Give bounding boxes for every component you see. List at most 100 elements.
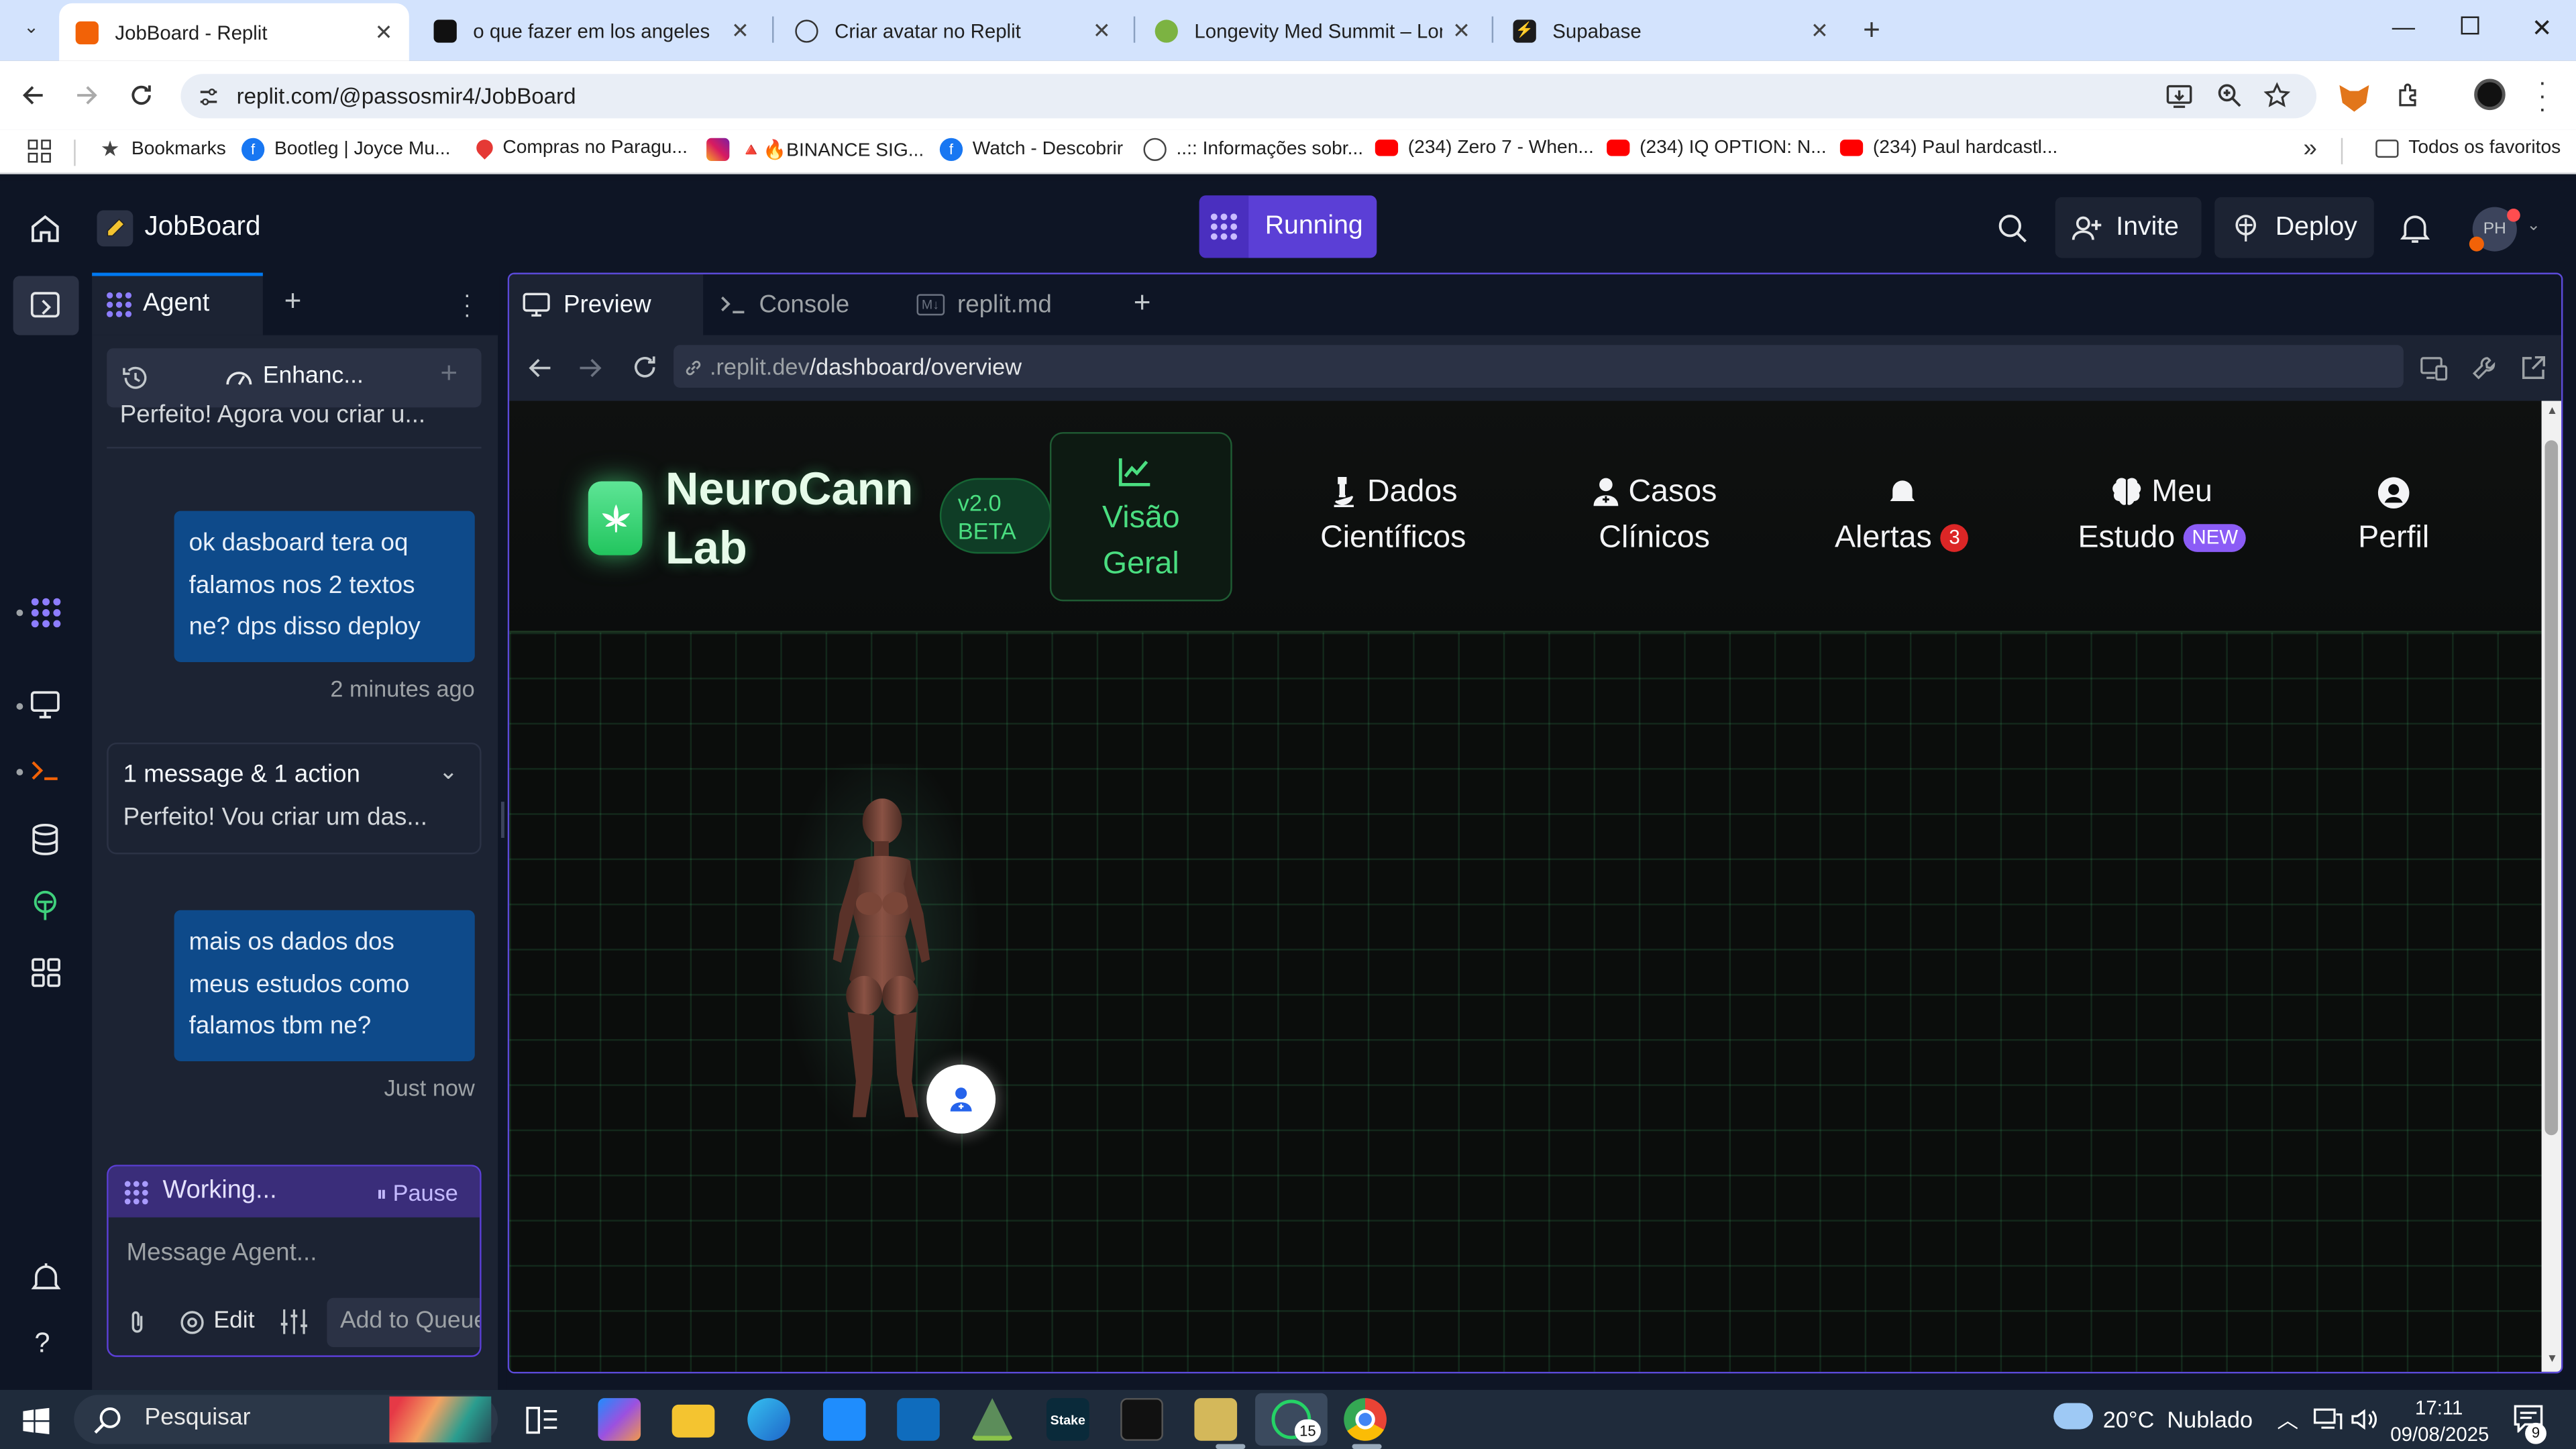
tab-replit-md[interactable]: M↓ replit.md xyxy=(904,274,1109,335)
bookmark-item[interactable]: 🔺🔥BINANCE SIG... xyxy=(706,138,924,162)
forward-icon[interactable] xyxy=(74,82,100,108)
nav-perfil[interactable]: Perfil xyxy=(2336,470,2451,561)
avatar-settings-button[interactable] xyxy=(926,1064,996,1134)
preview-forward-icon[interactable] xyxy=(578,356,603,379)
browser-menu-icon[interactable]: · · · xyxy=(2538,70,2546,121)
bookmark-item[interactable]: ..:: Informações sobr... xyxy=(1143,138,1363,162)
terminal-app-icon[interactable] xyxy=(1120,1398,1163,1441)
nav-dados-cientificos[interactable]: Dados Científicos xyxy=(1311,470,1475,561)
whats-new-icon[interactable] xyxy=(30,1262,62,1295)
windows-start-icon[interactable] xyxy=(23,1407,50,1434)
add-to-queue-button[interactable]: Add to Queue xyxy=(327,1297,480,1348)
bookmark-item[interactable]: f Watch - Descobrir xyxy=(939,138,1123,162)
stake-app-icon[interactable]: Stake xyxy=(1046,1398,1089,1441)
edit-button[interactable]: Edit xyxy=(213,1307,254,1334)
chevron-up-icon[interactable]: ︿ xyxy=(2277,1403,2298,1434)
bookmark-item[interactable]: Compras no Paragu... xyxy=(473,136,688,160)
enhance-prompt-label[interactable]: Enhanc... xyxy=(263,363,364,389)
all-bookmarks-folder[interactable]: Todos os favoritos xyxy=(2375,138,2561,158)
close-tab-icon[interactable]: ✕ xyxy=(375,19,393,45)
chevron-down-icon[interactable]: ⌄ xyxy=(2527,217,2541,235)
help-icon[interactable]: ? xyxy=(34,1328,50,1360)
nav-meu-estudo[interactable]: Meu Estudo NEW xyxy=(2070,470,2254,561)
more-bookmarks-icon[interactable]: » xyxy=(2303,135,2316,163)
database-icon[interactable] xyxy=(32,823,60,856)
browser-tab-criar-avatar[interactable]: Criar avatar no Replit ✕ xyxy=(779,7,1127,54)
pause-button[interactable]: ⏸ Pause xyxy=(376,1179,458,1208)
deployments-icon[interactable] xyxy=(30,889,61,922)
tab-search-icon[interactable]: ⌄ xyxy=(16,16,46,46)
new-tab-button[interactable]: + xyxy=(1863,13,1880,48)
app-brand[interactable]: NeuroCann Lab xyxy=(665,460,914,578)
zoom-icon[interactable] xyxy=(2216,82,2243,108)
nav-casos-clinicos[interactable]: Casos Clínicos xyxy=(1580,470,1728,561)
deploy-button[interactable]: Deploy xyxy=(2214,197,2374,258)
site-info-icon[interactable] xyxy=(197,85,220,108)
devtools-wrench-icon[interactable] xyxy=(2471,355,2497,381)
invite-button[interactable]: Invite xyxy=(2055,197,2202,258)
browser-tab-los-angeles[interactable]: o que fazer em los angeles ✕ xyxy=(417,7,765,54)
reload-icon[interactable] xyxy=(128,82,154,108)
taskbar-search-box[interactable]: Pesquisar xyxy=(74,1395,498,1444)
history-icon[interactable] xyxy=(121,365,150,391)
preview-reload-icon[interactable] xyxy=(631,354,659,382)
weather-text[interactable]: 20°C Nublado xyxy=(2103,1406,2253,1432)
arc-app-icon[interactable] xyxy=(971,1398,1014,1441)
bookmark-item[interactable]: (234) Zero 7 - When... xyxy=(1375,138,1594,158)
tab-agent[interactable]: Agent xyxy=(92,272,263,335)
home-icon[interactable] xyxy=(30,213,61,243)
bookmark-star-icon[interactable] xyxy=(2263,82,2290,108)
task-view-icon[interactable] xyxy=(526,1406,559,1434)
file-explorer-icon[interactable] xyxy=(672,1404,715,1438)
copilot-icon[interactable] xyxy=(598,1398,641,1441)
message-agent-input[interactable]: Message Agent... xyxy=(127,1239,317,1267)
network-icon[interactable] xyxy=(2313,1408,2343,1431)
preview-url-bar[interactable]: .replit.dev/dashboard/overview xyxy=(674,345,2404,388)
bookmark-item[interactable]: (234) IQ OPTION: N... xyxy=(1607,138,1827,158)
avatar-3d-canvas[interactable] xyxy=(509,632,2542,1372)
nav-alertas[interactable]: Alertas 3 xyxy=(1823,470,1980,561)
scroll-up-icon[interactable]: ▲ xyxy=(2546,406,2558,417)
agent-icon[interactable] xyxy=(30,596,62,629)
edge-browser-icon[interactable] xyxy=(747,1398,790,1441)
devices-icon[interactable] xyxy=(2420,356,2448,381)
new-pane-tab-button[interactable]: + xyxy=(284,284,302,319)
close-tab-icon[interactable]: ✕ xyxy=(1093,17,1111,44)
bookmark-item[interactable]: f Bootleg | Joyce Mu... xyxy=(241,138,450,162)
back-icon[interactable] xyxy=(19,82,46,108)
browser-tab-jobboard[interactable]: JobBoard - Replit ✕ xyxy=(59,3,409,61)
console-icon[interactable] xyxy=(30,757,61,784)
preview-monitor-icon[interactable] xyxy=(30,690,61,720)
browser-tab-longevity[interactable]: Longevity Med Summit – Longe ✕ xyxy=(1138,7,1487,54)
tab-console[interactable]: Console xyxy=(706,274,900,335)
preview-scrollbar[interactable]: ▲ ▼ xyxy=(2541,400,2561,1372)
install-app-icon[interactable] xyxy=(2165,82,2194,110)
3d-avatar-mannequin[interactable] xyxy=(813,798,948,1127)
volume-icon[interactable] xyxy=(2351,1408,2377,1431)
close-tab-icon[interactable]: ✕ xyxy=(1452,17,1470,44)
bookmark-item[interactable]: ★ Bookmarks xyxy=(99,136,226,161)
outlook-icon[interactable] xyxy=(897,1398,940,1441)
new-chat-button[interactable]: + xyxy=(440,356,458,390)
add-tab-button[interactable]: + xyxy=(1134,286,1151,320)
minimize-button[interactable]: — xyxy=(2392,13,2415,40)
nav-visao-geral[interactable]: Visão Geral xyxy=(1049,432,1232,602)
notifications-bell-icon[interactable] xyxy=(2400,212,2430,245)
scrollbar-thumb[interactable] xyxy=(2544,440,2559,1136)
apps-icon[interactable] xyxy=(28,140,51,163)
bookmark-item[interactable]: (234) Paul hardcastl... xyxy=(1839,138,2057,158)
browser-tab-supabase[interactable]: ⚡ Supabase ✕ xyxy=(1497,7,1845,54)
close-tab-icon[interactable]: ✕ xyxy=(731,17,749,44)
scroll-down-icon[interactable]: ▼ xyxy=(2546,1354,2558,1365)
extensions-icon[interactable] xyxy=(2396,82,2424,110)
close-tab-icon[interactable]: ✕ xyxy=(1811,17,1829,44)
attach-icon[interactable] xyxy=(127,1309,148,1336)
panel-resize-handle[interactable] xyxy=(499,276,506,1390)
close-window-button[interactable]: ✕ xyxy=(2532,13,2553,43)
archive-app-icon[interactable] xyxy=(1194,1398,1238,1441)
agent-action-group[interactable]: 1 message & 1 action ⌄ Perfeito! Vou cri… xyxy=(107,742,482,855)
restore-button[interactable] xyxy=(2461,16,2479,35)
project-name[interactable]: JobBoard xyxy=(145,212,261,244)
address-bar[interactable]: replit.com/@passosmir4/JobBoard xyxy=(180,74,2317,119)
profile-avatar[interactable] xyxy=(2474,78,2506,111)
